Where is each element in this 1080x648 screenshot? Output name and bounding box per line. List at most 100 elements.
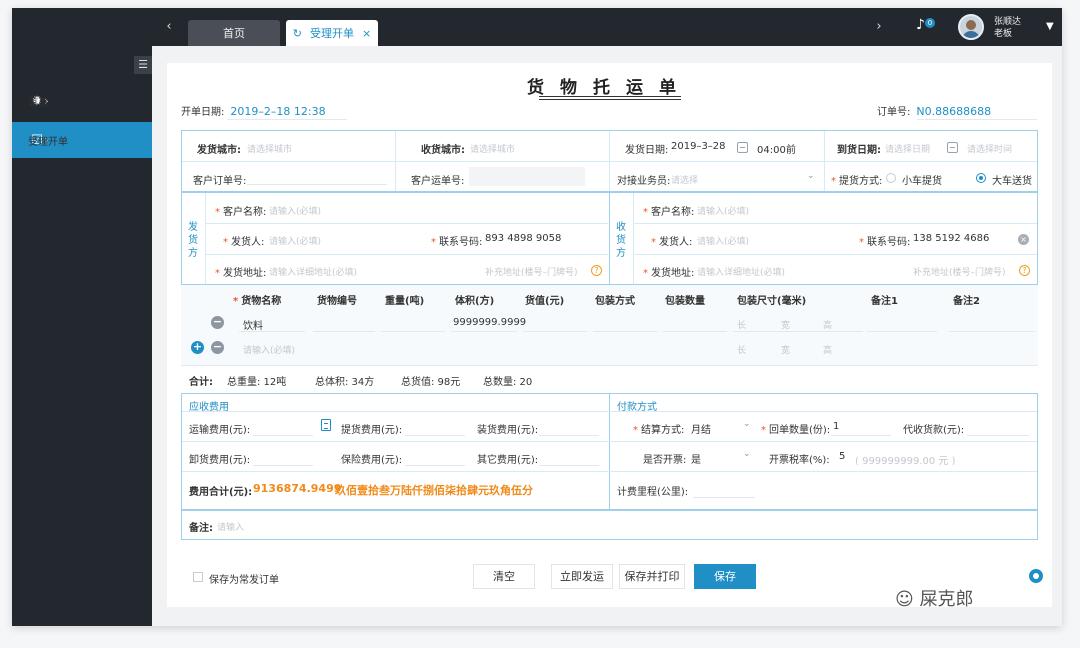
- ship-date-input[interactable]: 2019–3–28: [671, 141, 726, 152]
- chevron-down-icon[interactable]: ⌄: [743, 419, 751, 429]
- receiver-side-label: 收货方: [616, 222, 626, 259]
- insurance-fee-label: 保险费用(元):: [341, 455, 403, 466]
- goods-len-input[interactable]: 长: [737, 343, 746, 356]
- tabs-scroll-right-icon[interactable]: ›: [868, 8, 890, 46]
- receiver-name-input[interactable]: 请输入(必填): [697, 204, 749, 217]
- caret-down-icon[interactable]: ▼: [1046, 8, 1054, 46]
- goods-code-input[interactable]: [313, 331, 375, 332]
- tabs-scroll-left-icon[interactable]: ‹: [158, 8, 180, 46]
- receiver-addr-extra-input[interactable]: 补充地址(楼号–门牌号): [913, 265, 1006, 278]
- goods-value-input[interactable]: [523, 331, 587, 332]
- payment-head: 付款方式: [617, 402, 657, 413]
- sender-addr-extra-input[interactable]: 补充地址(楼号–门牌号): [485, 265, 578, 278]
- save-common-checkbox[interactable]: [193, 572, 203, 582]
- tab-order[interactable]: ↻ 受理开单 ×: [286, 20, 378, 46]
- mileage-input[interactable]: [693, 497, 755, 498]
- receiver-person-input[interactable]: 请输入(必填): [697, 234, 749, 247]
- sidebar: ☰ ✹ 首页 › ☑ 受理开单 ›: [12, 8, 152, 626]
- recv-city-label: 收货城市:: [421, 145, 465, 156]
- app-window: ☰ ✹ 首页 › ☑ 受理开单 › ‹ 首页 ↻ 受理开单 × › ♪ 0 张顺达…: [12, 8, 1062, 626]
- goods-pack-input[interactable]: [593, 331, 657, 332]
- menu-fold-icon[interactable]: ☰: [134, 56, 152, 74]
- sender-person-input[interactable]: 请输入(必填): [269, 234, 321, 247]
- salesman-select[interactable]: 请选择: [671, 173, 698, 186]
- sidebar-item-home[interactable]: ✹ 首页 ›: [12, 83, 152, 119]
- unloading-fee-input[interactable]: [253, 465, 313, 466]
- other-fee-input[interactable]: [539, 465, 599, 466]
- sender-side-label: 发货方: [188, 222, 198, 259]
- help-icon[interactable]: ?: [1019, 265, 1030, 276]
- notification-badge: 0: [925, 18, 935, 28]
- open-date: 开单日期: 2019–2–18 12:38: [181, 105, 326, 118]
- receiver-addr-input[interactable]: 请输入详细地址(必填): [697, 265, 785, 278]
- clear-icon[interactable]: ×: [1018, 234, 1029, 245]
- goods-note1-input[interactable]: [867, 331, 937, 332]
- help-icon[interactable]: ?: [591, 265, 602, 276]
- calendar-icon[interactable]: [947, 142, 958, 153]
- goods-hei-input[interactable]: 高: [823, 343, 832, 356]
- arrive-date-input[interactable]: 请选择日期: [885, 142, 930, 155]
- fee-total-upper: 玖佰壹拾叁万陆仟捌佰柒拾肆元玖角伍分: [335, 484, 533, 497]
- close-icon[interactable]: ×: [362, 27, 371, 40]
- save-button[interactable]: 保存: [694, 564, 756, 589]
- goods-weight-input[interactable]: [381, 331, 445, 332]
- salesman-label: 对接业务员:: [617, 176, 671, 187]
- sender-addr-input[interactable]: 请输入详细地址(必填): [269, 265, 357, 278]
- remark-input[interactable]: 请输入: [217, 520, 244, 533]
- tax-input[interactable]: 5: [839, 451, 845, 462]
- cust-order-input[interactable]: [247, 184, 387, 185]
- ship-time-input[interactable]: 04:00前: [757, 141, 796, 156]
- clear-button[interactable]: 清空: [473, 564, 535, 589]
- receiver-phone-input[interactable]: 138 5192 4686: [913, 233, 989, 244]
- refresh-icon[interactable]: ↻: [293, 27, 302, 40]
- cust-waybill-input[interactable]: [469, 167, 585, 186]
- loading-fee-input[interactable]: [539, 435, 599, 436]
- user-info[interactable]: 张顺达 老板: [994, 16, 1021, 40]
- ship-date-label: 发货日期:: [625, 145, 669, 156]
- receiver-person-label: * 发货人:: [651, 237, 693, 248]
- goods-wid-input[interactable]: 宽: [781, 318, 790, 331]
- chevron-down-icon[interactable]: ⌄: [743, 449, 751, 459]
- send-city-input[interactable]: 请选择城市: [247, 142, 292, 155]
- remove-row-icon[interactable]: −: [211, 316, 224, 329]
- tab-home[interactable]: 首页: [188, 20, 280, 46]
- settle-select[interactable]: 月结: [691, 421, 711, 436]
- sender-name-input[interactable]: 请输入(必填): [269, 204, 321, 217]
- pickup-radio-small[interactable]: [886, 173, 896, 183]
- transport-fee-input[interactable]: [253, 435, 313, 436]
- goods-name-input[interactable]: 请输入(必填): [243, 343, 295, 356]
- goods-len-input[interactable]: 长: [737, 318, 746, 331]
- goods-qty-input[interactable]: [663, 331, 727, 332]
- arrive-time-input[interactable]: 请选择时间: [967, 142, 1012, 155]
- waybill-form: 货物托运单 开单日期: 2019–2–18 12:38 订单号: N0.886886…: [167, 63, 1052, 607]
- pickup-radio-large[interactable]: [976, 173, 986, 183]
- sender-phone-input[interactable]: 893 4898 9058: [485, 233, 561, 244]
- calendar-icon[interactable]: [737, 142, 748, 153]
- recv-city-input[interactable]: 请选择城市: [470, 142, 515, 155]
- goods-header-qty: 包装数量: [665, 296, 705, 307]
- sidebar-item-order[interactable]: ☑ 受理开单 ›: [12, 122, 152, 158]
- insurance-fee-input[interactable]: [405, 465, 465, 466]
- goods-note2-input[interactable]: [949, 331, 1035, 332]
- cod-input[interactable]: [967, 435, 1029, 436]
- receipt-input[interactable]: 1: [833, 421, 839, 432]
- goods-volume-input[interactable]: 9999999.9999: [453, 317, 526, 328]
- avatar[interactable]: [958, 14, 984, 40]
- send-now-button[interactable]: 立即发运: [551, 564, 613, 589]
- invoice-select[interactable]: 是: [691, 451, 701, 466]
- goods-name-input[interactable]: 饮料: [243, 317, 263, 332]
- remove-row-icon[interactable]: −: [211, 341, 224, 354]
- receiver-phone-label: * 联系号码:: [859, 237, 911, 248]
- save-print-button[interactable]: 保存并打印: [619, 564, 685, 589]
- goods-wid-input[interactable]: 宽: [781, 343, 790, 356]
- pickup-fee-input[interactable]: [405, 435, 465, 436]
- calculator-icon[interactable]: [321, 419, 331, 431]
- fee-total-value: 9136874.9499: [253, 482, 342, 495]
- tax-label: 开票税率(%):: [769, 455, 830, 466]
- bell-icon[interactable]: ♪ 0: [916, 17, 936, 37]
- settings-icon[interactable]: [1029, 569, 1043, 583]
- goods-hei-input[interactable]: 高: [823, 318, 832, 331]
- add-row-icon[interactable]: +: [191, 341, 204, 354]
- chevron-down-icon[interactable]: ⌄: [807, 171, 815, 181]
- goods-header-name: * 货物名称: [233, 296, 282, 307]
